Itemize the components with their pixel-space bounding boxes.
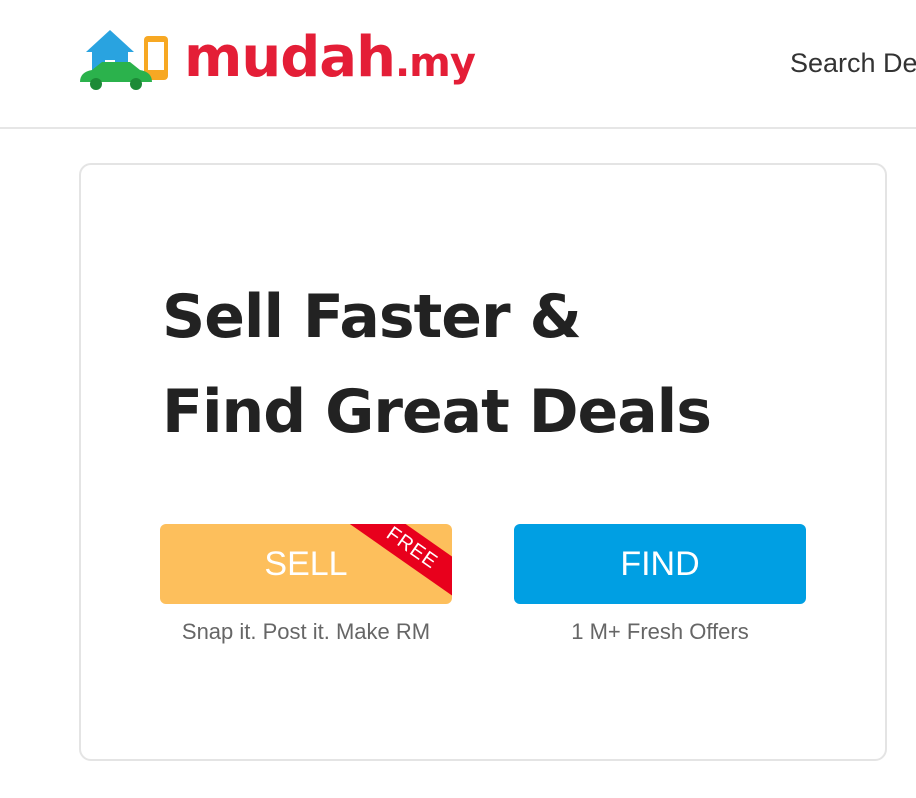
logo-dot: .	[394, 40, 410, 86]
headline-line-2: Find Great Deals	[162, 377, 712, 447]
sell-button-label: SELL	[264, 544, 348, 583]
sell-button[interactable]: SELL FREE	[160, 524, 452, 604]
logo-wordmark: mudah.my	[184, 30, 476, 91]
find-button[interactable]: FIND	[514, 524, 806, 604]
mudah-logo[interactable]: mudah.my	[78, 22, 476, 92]
hero-card: Sell Faster & Find Great Deals SELL FREE…	[79, 163, 887, 761]
logo-tld-text: my	[409, 40, 476, 86]
headline-line-1: Sell Faster &	[162, 282, 582, 352]
sell-subtitle: Snap it. Post it. Make RM	[181, 619, 431, 644]
free-badge: FREE	[345, 524, 452, 602]
site-header: mudah.my Search De	[0, 0, 916, 129]
logo-brand-text: mudah	[184, 25, 396, 90]
find-button-label: FIND	[620, 544, 700, 583]
hero-headline: Sell Faster & Find Great Deals	[162, 270, 712, 460]
find-subtitle: 1 M+ Fresh Offers	[571, 619, 749, 644]
logo-house-car-phone-icon	[80, 30, 168, 90]
nav-search-link[interactable]: Search De	[790, 48, 916, 79]
